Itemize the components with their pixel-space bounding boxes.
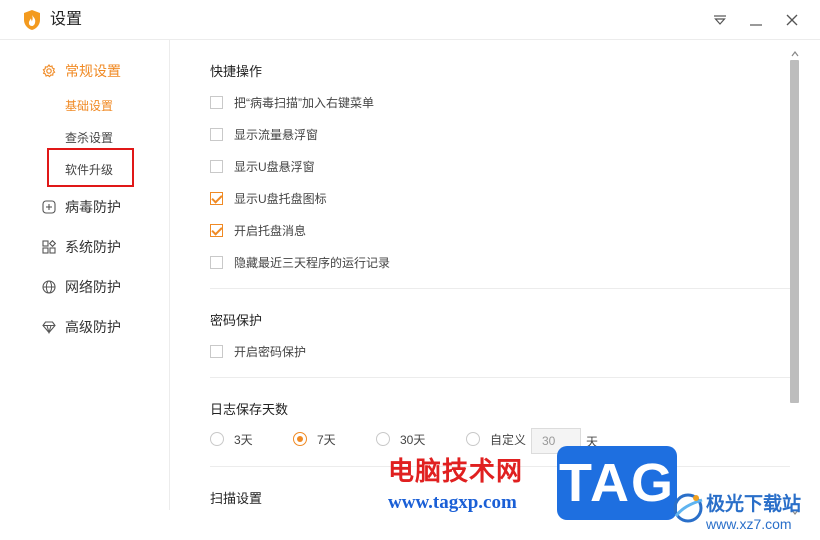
aurora-logo-icon [673,493,703,523]
section-divider [210,377,790,378]
diamond-icon [42,320,56,334]
option-label: 隐藏最近三天程序的运行记录 [234,255,391,270]
scrollbar-thumb[interactable] [790,60,799,403]
window-title: 设置 [50,11,83,28]
section-title-scan: 扫描设置 [210,491,263,506]
sidebar-item-label: 常规设置 [65,63,121,79]
watermark-site-name: 电脑技术网 [388,456,524,486]
title-bar: 设置 [0,0,820,40]
radio-button[interactable] [210,432,224,446]
radio-button[interactable] [376,432,390,446]
sidebar-item-label: 病毒防护 [65,199,121,215]
option-label: 显示U盘托盘图标 [234,191,327,206]
sidebar-item-label: 高级防护 [65,319,121,335]
option-label: 把“病毒扫描”加入右键菜单 [234,95,374,110]
radio-3-days[interactable]: 3天 [210,431,253,447]
gear-icon [42,64,56,78]
option-tray-messages[interactable]: 开启托盘消息 [210,221,306,239]
section-title-quick-ops: 快捷操作 [210,64,263,79]
radio-button-selected[interactable] [293,432,307,446]
sidebar-item-general[interactable]: 常规设置 [42,61,121,81]
subitem-basic-settings[interactable]: 基础设置 [65,97,113,115]
option-usb-tray-icon[interactable]: 显示U盘托盘图标 [210,189,327,207]
option-label: 开启密码保护 [234,344,307,359]
checkbox[interactable] [210,344,223,358]
checkbox-checked[interactable] [210,191,223,205]
option-label: 开启托盘消息 [234,223,307,238]
sidebar-item-network-protection[interactable]: 网络防护 [42,277,121,297]
section-divider [210,288,790,289]
plus-circle-icon [42,200,56,214]
watermark-brand-name: 极光下载站 [706,494,802,515]
sidebar-item-system-protection[interactable]: 系统防护 [42,237,121,257]
flame-shield-logo [24,10,40,30]
globe-icon [42,280,56,294]
checkbox[interactable] [210,159,223,173]
section-title-password: 密码保护 [210,313,263,328]
radio-30-days[interactable]: 30天 [376,431,425,447]
radio-custom[interactable]: 自定义 [466,431,526,447]
watermark-tag-text: TAG [559,453,675,513]
checkbox[interactable] [210,95,223,109]
sidebar-item-label: 网络防护 [65,279,121,295]
checkbox[interactable] [210,127,223,141]
highlight-annotation-box [47,148,134,187]
radio-label: 3天 [234,432,253,447]
option-traffic-floating-window[interactable]: 显示流量悬浮窗 [210,125,318,143]
option-hide-recent-records[interactable]: 隐藏最近三天程序的运行记录 [210,253,390,271]
checkbox[interactable] [210,255,223,269]
grid-icon [42,240,56,254]
checkbox-checked[interactable] [210,223,223,237]
radio-button[interactable] [466,432,480,446]
radio-label: 30天 [400,432,426,447]
section-title-log-days: 日志保存天数 [210,402,289,417]
option-label: 显示U盘悬浮窗 [234,159,315,174]
dropdown-menu-icon[interactable] [709,9,731,31]
sidebar-item-advanced-protection[interactable]: 高级防护 [42,317,121,337]
sidebar-item-virus-protection[interactable]: 病毒防护 [42,197,121,217]
minimize-icon[interactable] [745,9,767,31]
subitem-scan-settings[interactable]: 查杀设置 [65,129,113,147]
option-label: 显示流量悬浮窗 [234,127,319,142]
option-usb-floating-window[interactable]: 显示U盘悬浮窗 [210,157,315,175]
sidebar-item-label: 系统防护 [65,239,121,255]
radio-label: 自定义 [490,432,527,447]
close-icon[interactable] [781,9,803,31]
option-password-protection[interactable]: 开启密码保护 [210,342,306,360]
radio-label: 7天 [317,432,336,447]
option-add-to-context-menu[interactable]: 把“病毒扫描”加入右键菜单 [210,93,374,111]
watermark-site-url: www.tagxp.com [388,492,517,513]
watermark-tag-badge: TAG [557,446,677,520]
watermark-brand-url: www.xz7.com [706,516,792,532]
radio-7-days[interactable]: 7天 [293,431,336,447]
scroll-up-arrow-icon[interactable] [790,49,800,59]
